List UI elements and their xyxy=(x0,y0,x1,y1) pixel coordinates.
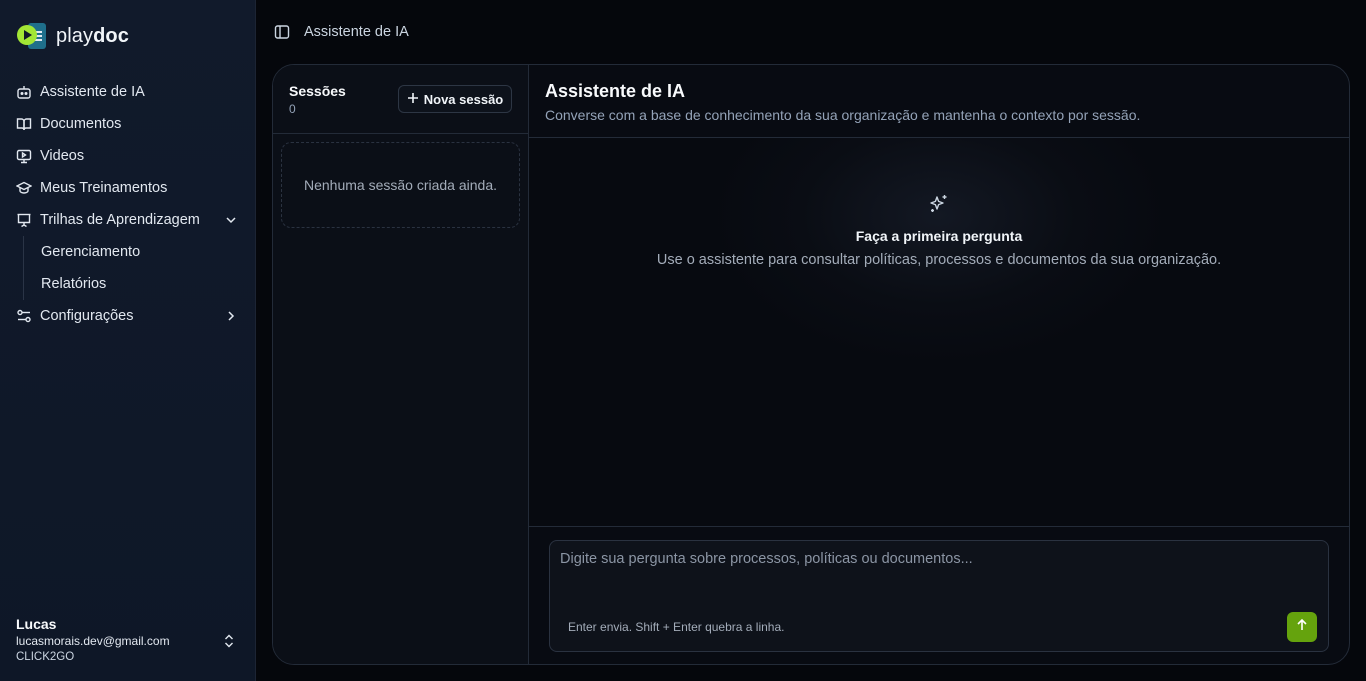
top-bar: Assistente de IA xyxy=(256,0,1366,64)
user-menu[interactable]: Lucas lucasmorais.dev@gmail.com CLICK2GO xyxy=(16,616,242,663)
sidebar-item-gerenciamento[interactable]: Gerenciamento xyxy=(24,236,248,268)
sidebar-item-assistente[interactable]: Assistente de IA xyxy=(8,76,248,108)
sidebar-item-meus-treinamentos[interactable]: Meus Treinamentos xyxy=(8,172,248,204)
chat-composer: Enter envia. Shift + Enter quebra a linh… xyxy=(549,540,1329,652)
chevron-down-icon[interactable] xyxy=(224,213,238,227)
sidebar: playdoc Assistente de IA Documentos Vide… xyxy=(0,0,256,681)
sidebar-item-trilhas[interactable]: Trilhas de Aprendizagem xyxy=(8,204,248,236)
settings-sliders-icon xyxy=(16,308,32,324)
chevrons-up-down-icon[interactable] xyxy=(222,633,236,649)
sidebar-toggle-icon[interactable] xyxy=(274,24,290,40)
new-session-button[interactable]: Nova sessão xyxy=(398,85,512,113)
sessions-panel: Sessões 0 Nova sessão Nenhuma sessão cri… xyxy=(273,65,529,664)
breadcrumb: Assistente de IA xyxy=(304,24,409,40)
sidebar-submenu-trilhas: Gerenciamento Relatórios xyxy=(23,236,248,300)
question-input[interactable] xyxy=(550,541,1328,611)
sidebar-item-label: Trilhas de Aprendizagem xyxy=(40,212,200,228)
sidebar-item-label: Documentos xyxy=(40,116,122,132)
bot-icon xyxy=(16,84,32,100)
sidebar-item-configuracoes[interactable]: Configurações xyxy=(8,300,248,332)
sidebar-item-videos[interactable]: Videos xyxy=(8,140,248,172)
user-name: Lucas xyxy=(16,616,57,632)
chat-messages-area: Faça a primeira pergunta Use o assistent… xyxy=(529,138,1349,527)
user-email: lucasmorais.dev@gmail.com xyxy=(16,634,170,648)
sessions-title: Sessões xyxy=(289,83,346,99)
arrow-up-icon xyxy=(1295,618,1309,637)
sidebar-item-relatorios[interactable]: Relatórios xyxy=(24,268,248,300)
sessions-count: 0 xyxy=(289,102,296,116)
chat-title: Assistente de IA xyxy=(545,81,686,101)
user-org: CLICK2GO xyxy=(16,651,75,663)
sidebar-item-documentos[interactable]: Documentos xyxy=(8,108,248,140)
playdoc-logo-icon xyxy=(16,20,48,52)
brand-name: playdoc xyxy=(56,24,129,47)
sidebar-item-label: Assistente de IA xyxy=(40,84,145,100)
brand-logo[interactable]: playdoc xyxy=(16,20,129,52)
graduation-cap-icon xyxy=(16,180,32,196)
sidebar-item-label: Videos xyxy=(40,148,85,164)
chat-empty-subtitle: Use o assistente para consultar política… xyxy=(656,252,1222,268)
sessions-empty-state: Nenhuma sessão criada ainda. xyxy=(281,142,520,228)
chat-panel: Assistente de IA Converse com a base de … xyxy=(529,65,1349,664)
composer-hint: Enter envia. Shift + Enter quebra a linh… xyxy=(568,620,785,634)
send-button[interactable] xyxy=(1287,612,1317,642)
sidebar-item-label: Meus Treinamentos xyxy=(40,180,168,196)
sessions-header: Sessões 0 Nova sessão xyxy=(273,65,528,134)
sparkles-icon xyxy=(928,193,950,215)
chat-empty-title: Faça a primeira pergunta xyxy=(855,228,1023,244)
assistant-panel: Sessões 0 Nova sessão Nenhuma sessão cri… xyxy=(272,64,1350,665)
presentation-icon xyxy=(16,212,32,228)
sidebar-nav: Assistente de IA Documentos Videos Meus … xyxy=(8,76,248,332)
monitor-play-icon xyxy=(16,148,32,164)
sidebar-item-label: Gerenciamento xyxy=(41,244,141,260)
chevron-right-icon[interactable] xyxy=(224,309,238,323)
plus-icon xyxy=(407,92,419,107)
sidebar-item-label: Relatórios xyxy=(41,276,107,292)
chat-header: Assistente de IA Converse com a base de … xyxy=(529,65,1349,138)
sidebar-item-label: Configurações xyxy=(40,308,134,324)
chat-subtitle: Converse com a base de conhecimento da s… xyxy=(545,107,1141,123)
new-session-label: Nova sessão xyxy=(423,91,504,107)
book-icon xyxy=(16,116,32,132)
